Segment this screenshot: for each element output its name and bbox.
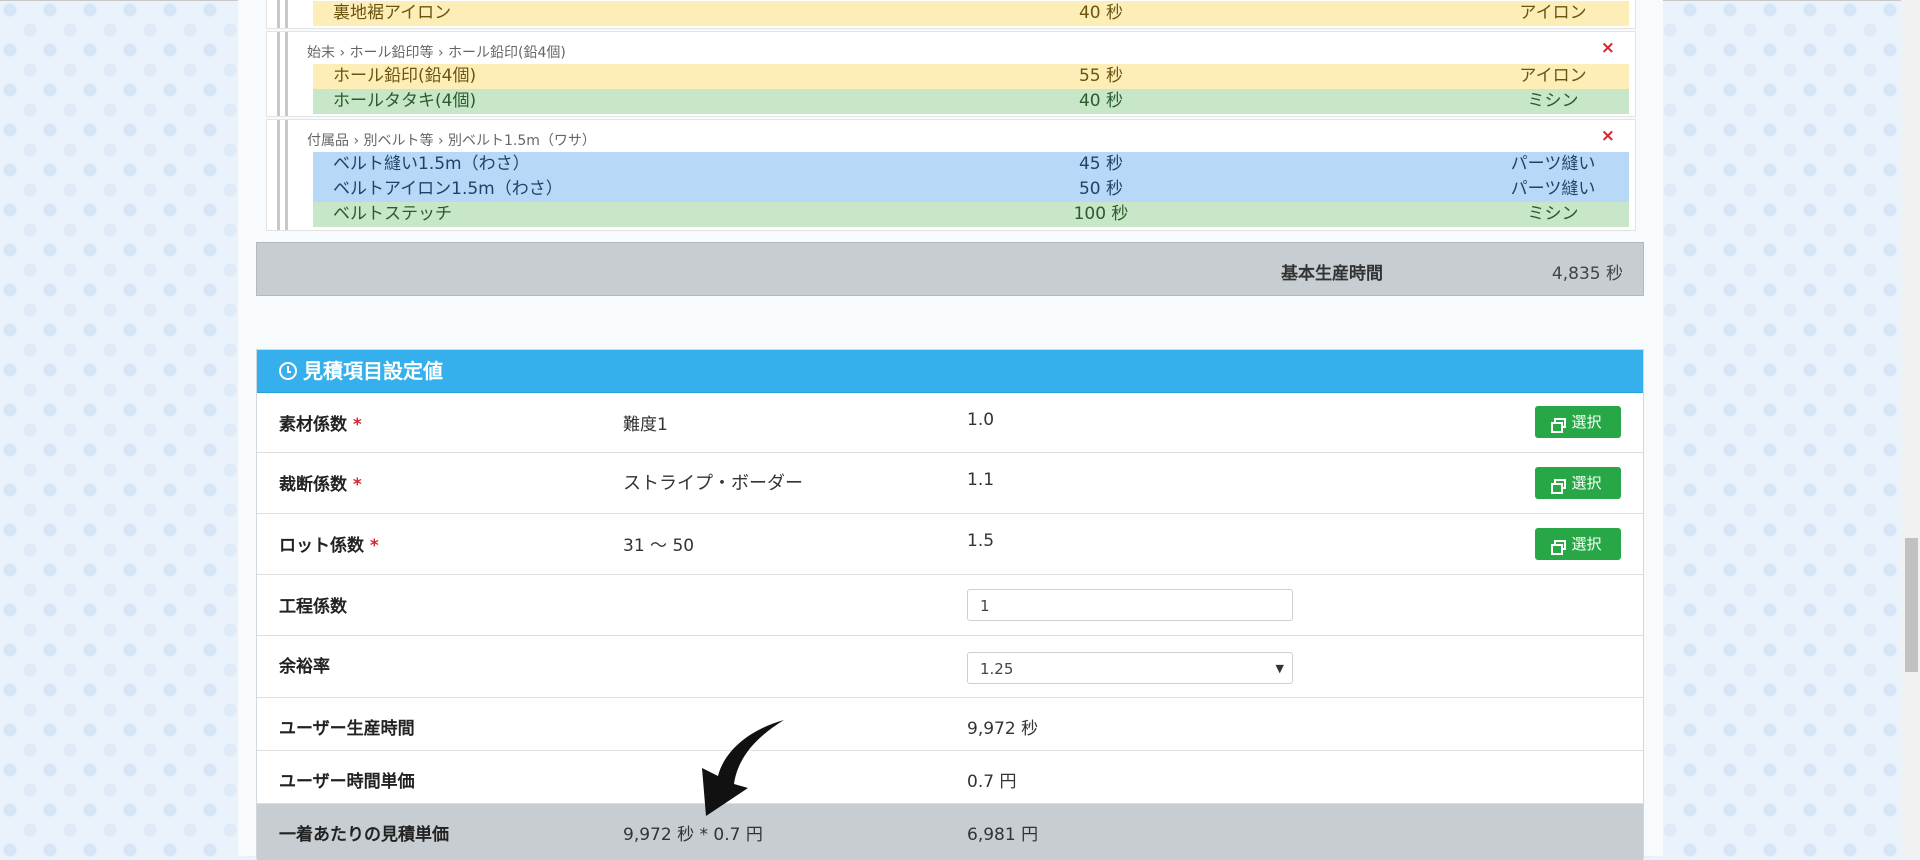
lot-range: 31 ～ 50 (623, 536, 695, 556)
process-row: ベルトアイロン1.5m（わさ） 50 秒 パーツ縫い (313, 177, 1629, 202)
estimate-price-row: 一着あたりの見積単価 9,972 秒 * 0.7 円 6,981 円 (257, 804, 1643, 860)
process-type: パーツ縫い (1510, 179, 1596, 199)
user-production-time-value: 9,972 秒 (967, 719, 1039, 739)
process-name: ベルトステッチ (333, 204, 452, 224)
base-production-time-label: 基本生産時間 (1281, 264, 1383, 284)
drag-handle[interactable] (275, 120, 289, 230)
lot-coefficient-row: ロット係数 * 31 ～ 50 1.5 選択 (257, 514, 1643, 575)
base-production-time-value: 4,835 秒 (1551, 264, 1623, 284)
process-group: 始末 › ホール鉛印等 › ホール鉛印(鉛4個) × ホール鉛印(鉛4個) 55… (266, 31, 1636, 117)
cutting-coefficient: 1.1 (967, 470, 995, 490)
process-row: ベルトステッチ 100 秒 ミシン (313, 202, 1629, 227)
group-breadcrumb: 始末 › ホール鉛印等 › ホール鉛印(鉛4個) (307, 45, 566, 61)
window-restore-icon (1551, 540, 1567, 555)
delete-icon[interactable]: × (1601, 38, 1615, 58)
material-coefficient: 1.0 (967, 410, 995, 430)
field-label: ユーザー時間単価 (279, 772, 415, 792)
process-type: パーツ縫い (1510, 154, 1596, 174)
process-time: 40 秒 (1078, 91, 1124, 111)
field-label: 工程係数 (279, 597, 347, 617)
process-group: 裏地裾アイロン 40 秒 アイロン (266, 0, 1636, 29)
process-time: 40 秒 (1078, 3, 1124, 23)
delete-icon[interactable]: × (1601, 126, 1615, 146)
user-hourly-rate-value: 0.7 円 (967, 772, 1017, 792)
process-name: 裏地裾アイロン (333, 3, 452, 23)
annotation-arrow (702, 720, 784, 816)
field-label: 余裕率 (279, 657, 330, 677)
process-name: ベルト縫い1.5m（わさ） (333, 154, 530, 174)
estimate-price-value: 6,981 円 (967, 825, 1039, 845)
group-breadcrumb: 付属品 › 別ベルト等 › 別ベルト1.5m（ワサ） (307, 133, 596, 149)
estimate-settings-panel: 見積項目設定値 素材係数 * 難度1 1.0 選択 裁断係数 * ストライプ・ボ… (256, 349, 1644, 860)
process-time: 45 秒 (1078, 154, 1124, 174)
margin-rate-row: 余裕率 1.25 ▼ (257, 636, 1643, 698)
drag-handle[interactable] (275, 32, 289, 116)
cutting-type: ストライプ・ボーダー (623, 473, 803, 494)
field-label: ロット係数 * (279, 536, 379, 556)
drag-handle[interactable] (275, 0, 289, 28)
process-time: 50 秒 (1078, 179, 1124, 199)
process-row: ベルト縫い1.5m（わさ） 45 秒 パーツ縫い (313, 152, 1629, 177)
field-label: 裁断係数 * (279, 475, 362, 495)
process-row: ホール鉛印(鉛4個) 55 秒 アイロン (313, 64, 1629, 89)
process-row: ホールタタキ(4個) 40 秒 ミシン (313, 89, 1629, 114)
material-level: 難度1 (623, 415, 668, 435)
margin-rate-select[interactable]: 1.25 ▼ (967, 652, 1293, 684)
user-production-time-row: ユーザー生産時間 9,972 秒 (257, 698, 1643, 751)
estimate-formula: 9,972 秒 * 0.7 円 (623, 825, 763, 845)
user-hourly-rate-row: ユーザー時間単価 0.7 円 (257, 751, 1643, 804)
process-time: 100 秒 (1073, 204, 1129, 224)
selected-value: 1.25 (980, 660, 1014, 678)
process-name: ベルトアイロン1.5m（わさ） (333, 179, 563, 199)
panel-header: 見積項目設定値 (257, 350, 1643, 393)
window-restore-icon (1551, 479, 1567, 494)
clock-icon (279, 362, 297, 380)
process-time: 55 秒 (1078, 66, 1124, 86)
select-button[interactable]: 選択 (1535, 467, 1621, 499)
required-mark: * (352, 475, 362, 495)
select-button[interactable]: 選択 (1535, 528, 1621, 560)
process-row: 裏地裾アイロン 40 秒 アイロン (313, 1, 1629, 26)
select-button[interactable]: 選択 (1535, 406, 1621, 438)
required-mark: * (352, 415, 362, 435)
required-mark: * (369, 536, 379, 556)
scrollbar-thumb[interactable] (1905, 538, 1918, 672)
base-production-time-bar: 基本生産時間 4,835 秒 (256, 242, 1644, 296)
panel-title: 見積項目設定値 (303, 359, 443, 383)
dropdown-arrow-icon: ▼ (1275, 662, 1284, 675)
lot-coefficient: 1.5 (967, 531, 995, 551)
field-label: ユーザー生産時間 (279, 719, 415, 739)
window-restore-icon (1551, 418, 1567, 433)
field-label: 一着あたりの見積単価 (279, 825, 449, 845)
process-coefficient-row: 工程係数 1 (257, 575, 1643, 636)
process-name: ホールタタキ(4個) (333, 91, 477, 111)
process-coefficient-input[interactable]: 1 (967, 589, 1293, 621)
vertical-scrollbar[interactable] (1901, 0, 1920, 856)
field-label: 素材係数 * (279, 415, 362, 435)
process-group: 付属品 › 別ベルト等 › 別ベルト1.5m（ワサ） × ベルト縫い1.5m（わ… (266, 119, 1636, 231)
main-container: 裏地裾アイロン 40 秒 アイロン 始末 › ホール鉛印等 › ホール鉛印(鉛4… (238, 0, 1663, 860)
process-type: ミシン (1527, 204, 1579, 224)
material-coefficient-row: 素材係数 * 難度1 1.0 選択 (257, 392, 1643, 453)
process-type: アイロン (1519, 66, 1587, 86)
process-name: ホール鉛印(鉛4個) (333, 66, 477, 86)
process-type: アイロン (1519, 3, 1587, 23)
cutting-coefficient-row: 裁断係数 * ストライプ・ボーダー 1.1 選択 (257, 453, 1643, 514)
process-type: ミシン (1527, 91, 1579, 111)
